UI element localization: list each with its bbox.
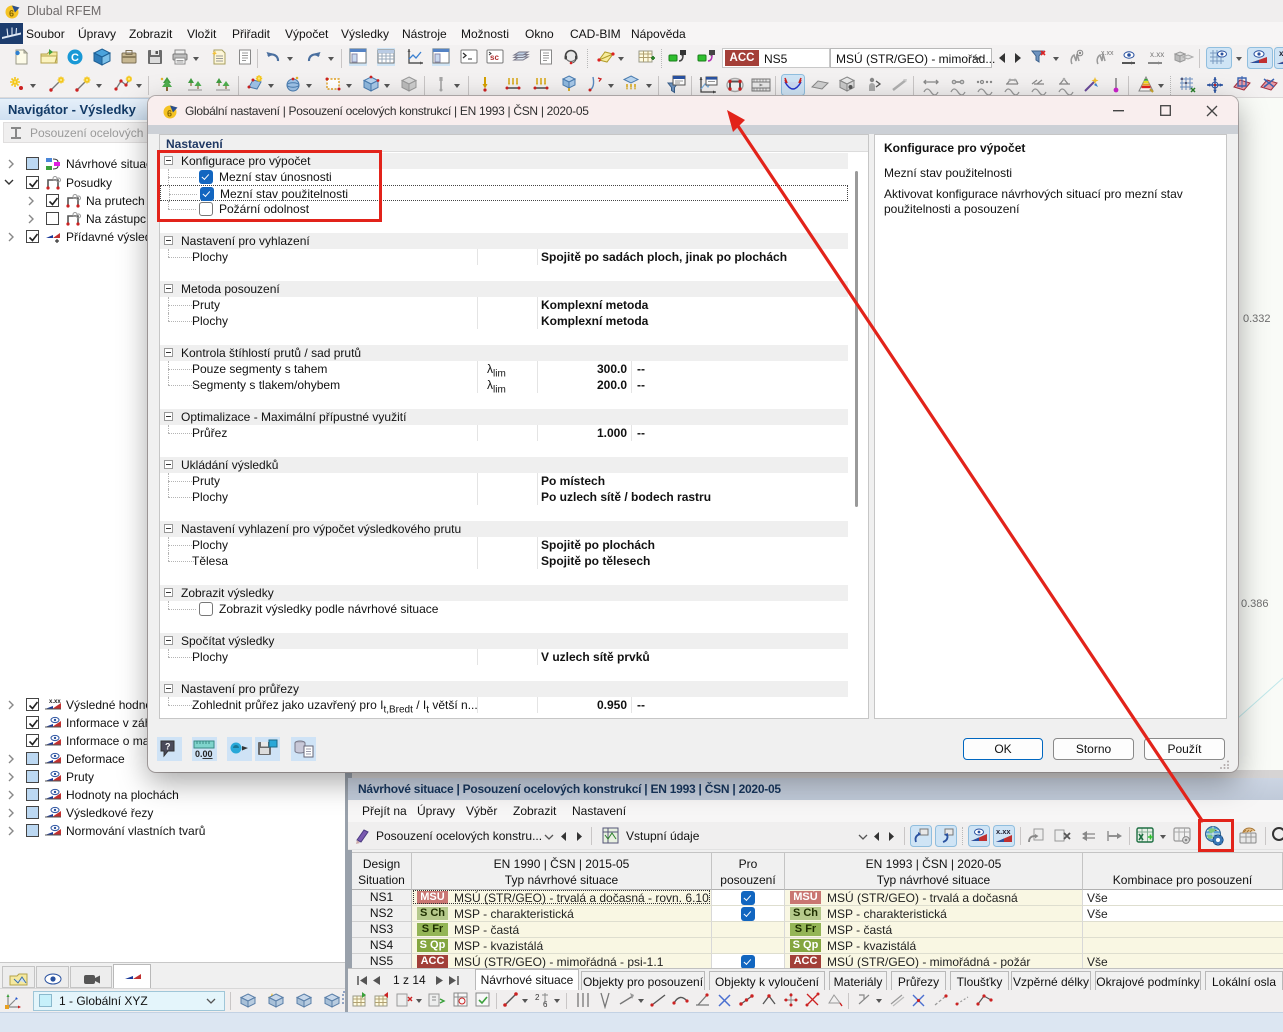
svg-text:x.xx: x.xx xyxy=(49,699,61,705)
svg-text:x.xx: x.xx xyxy=(996,827,1011,836)
svg-text:C: C xyxy=(71,52,79,64)
svg-text:6: 6 xyxy=(167,109,172,119)
svg-text:0.00: 0.00 xyxy=(195,749,213,759)
svg-text:6: 6 xyxy=(9,9,14,19)
svg-text:?: ? xyxy=(165,742,171,752)
svg-text:sc: sc xyxy=(490,53,499,62)
svg-text:x.xx: x.xx xyxy=(1279,49,1283,58)
svg-text:2: 2 xyxy=(535,993,540,1002)
svg-text:x.xx: x.xx xyxy=(1101,50,1114,57)
svg-text:x.xx: x.xx xyxy=(1150,50,1164,59)
